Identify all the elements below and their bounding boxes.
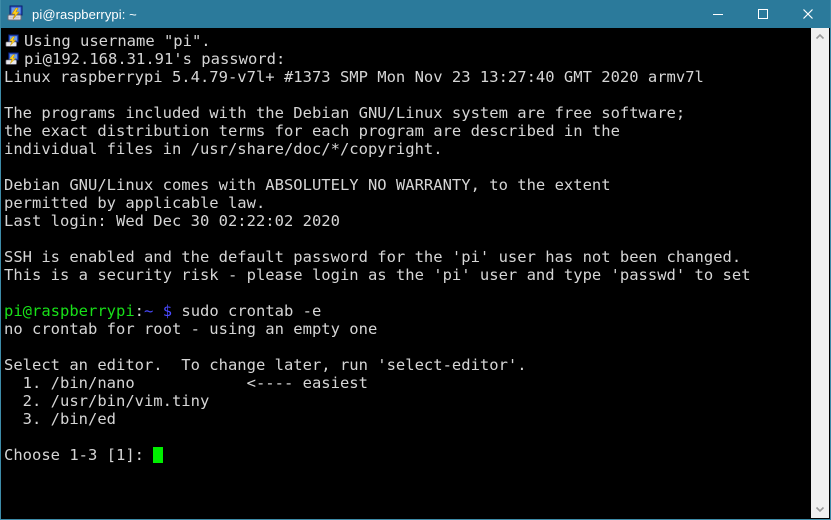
prompt-colon: : [134, 302, 144, 320]
terminal-line: permitted by applicable law. [4, 194, 266, 212]
terminal-line: Using username "pi". [4, 32, 810, 50]
terminal-output[interactable]: Using username "pi". pi@192.168.31.91's … [2, 28, 810, 518]
terminal-line: no crontab for root - using an empty one [4, 320, 378, 338]
prompt-symbol: $ [162, 302, 173, 320]
prompt-path: ~ [144, 302, 154, 320]
editor-choice-input-line[interactable]: Choose 1-3 [1]: [4, 446, 810, 464]
putty-icon [6, 4, 26, 24]
terminal-area: Using username "pi". pi@192.168.31.91's … [2, 28, 829, 518]
scroll-down-arrow-icon[interactable] [811, 500, 829, 518]
editor-option-nano: 1. /bin/nano <---- easiest [4, 374, 368, 392]
window-title: pi@raspberrypi: ~ [32, 6, 137, 22]
terminal-line: This is a security risk - please login a… [4, 266, 751, 284]
minimize-button[interactable] [695, 0, 740, 28]
terminal-line-text: pi@192.168.31.91's password: [24, 50, 286, 68]
terminal-line: Select an editor. To change later, run '… [4, 356, 527, 374]
terminal-line: Linux raspberrypi 5.4.79-v7l+ #1373 SMP … [4, 68, 704, 86]
terminal-line: pi@192.168.31.91's password: [4, 50, 810, 68]
block-cursor [153, 447, 164, 463]
scrollbar-track[interactable] [811, 46, 829, 500]
editor-option-ed: 3. /bin/ed [4, 410, 116, 428]
editor-option-vim-tiny: 2. /usr/bin/vim.tiny [4, 392, 210, 410]
putty-inline-icon-1 [4, 34, 24, 50]
editor-choice-prompt-text: Choose 1-3 [1]: [4, 446, 154, 464]
putty-inline-icon-2 [4, 52, 24, 68]
prompt-command: sudo crontab -e [172, 302, 322, 320]
terminal-line: The programs included with the Debian GN… [4, 104, 686, 122]
prompt-user-host: pi@raspberrypi [4, 302, 135, 320]
maximize-button[interactable] [740, 0, 785, 28]
terminal-scrollbar[interactable] [810, 28, 829, 518]
putty-terminal-window: pi@raspberrypi: ~ Using username "pi". p… [0, 0, 831, 520]
terminal-line: Last login: Wed Dec 30 02:22:02 2020 [4, 212, 340, 230]
terminal-line: Debian GNU/Linux comes with ABSOLUTELY N… [4, 176, 611, 194]
shell-prompt-line: pi@raspberrypi:~ $ sudo crontab -e [4, 302, 810, 320]
title-bar[interactable]: pi@raspberrypi: ~ [1, 0, 830, 28]
terminal-line-text: Using username "pi". [24, 32, 211, 50]
scroll-up-arrow-icon[interactable] [811, 28, 829, 46]
terminal-line: individual files in /usr/share/doc/*/cop… [4, 140, 443, 158]
close-button[interactable] [785, 0, 830, 28]
terminal-line: SSH is enabled and the default password … [4, 248, 742, 266]
terminal-line: the exact distribution terms for each pr… [4, 122, 620, 140]
